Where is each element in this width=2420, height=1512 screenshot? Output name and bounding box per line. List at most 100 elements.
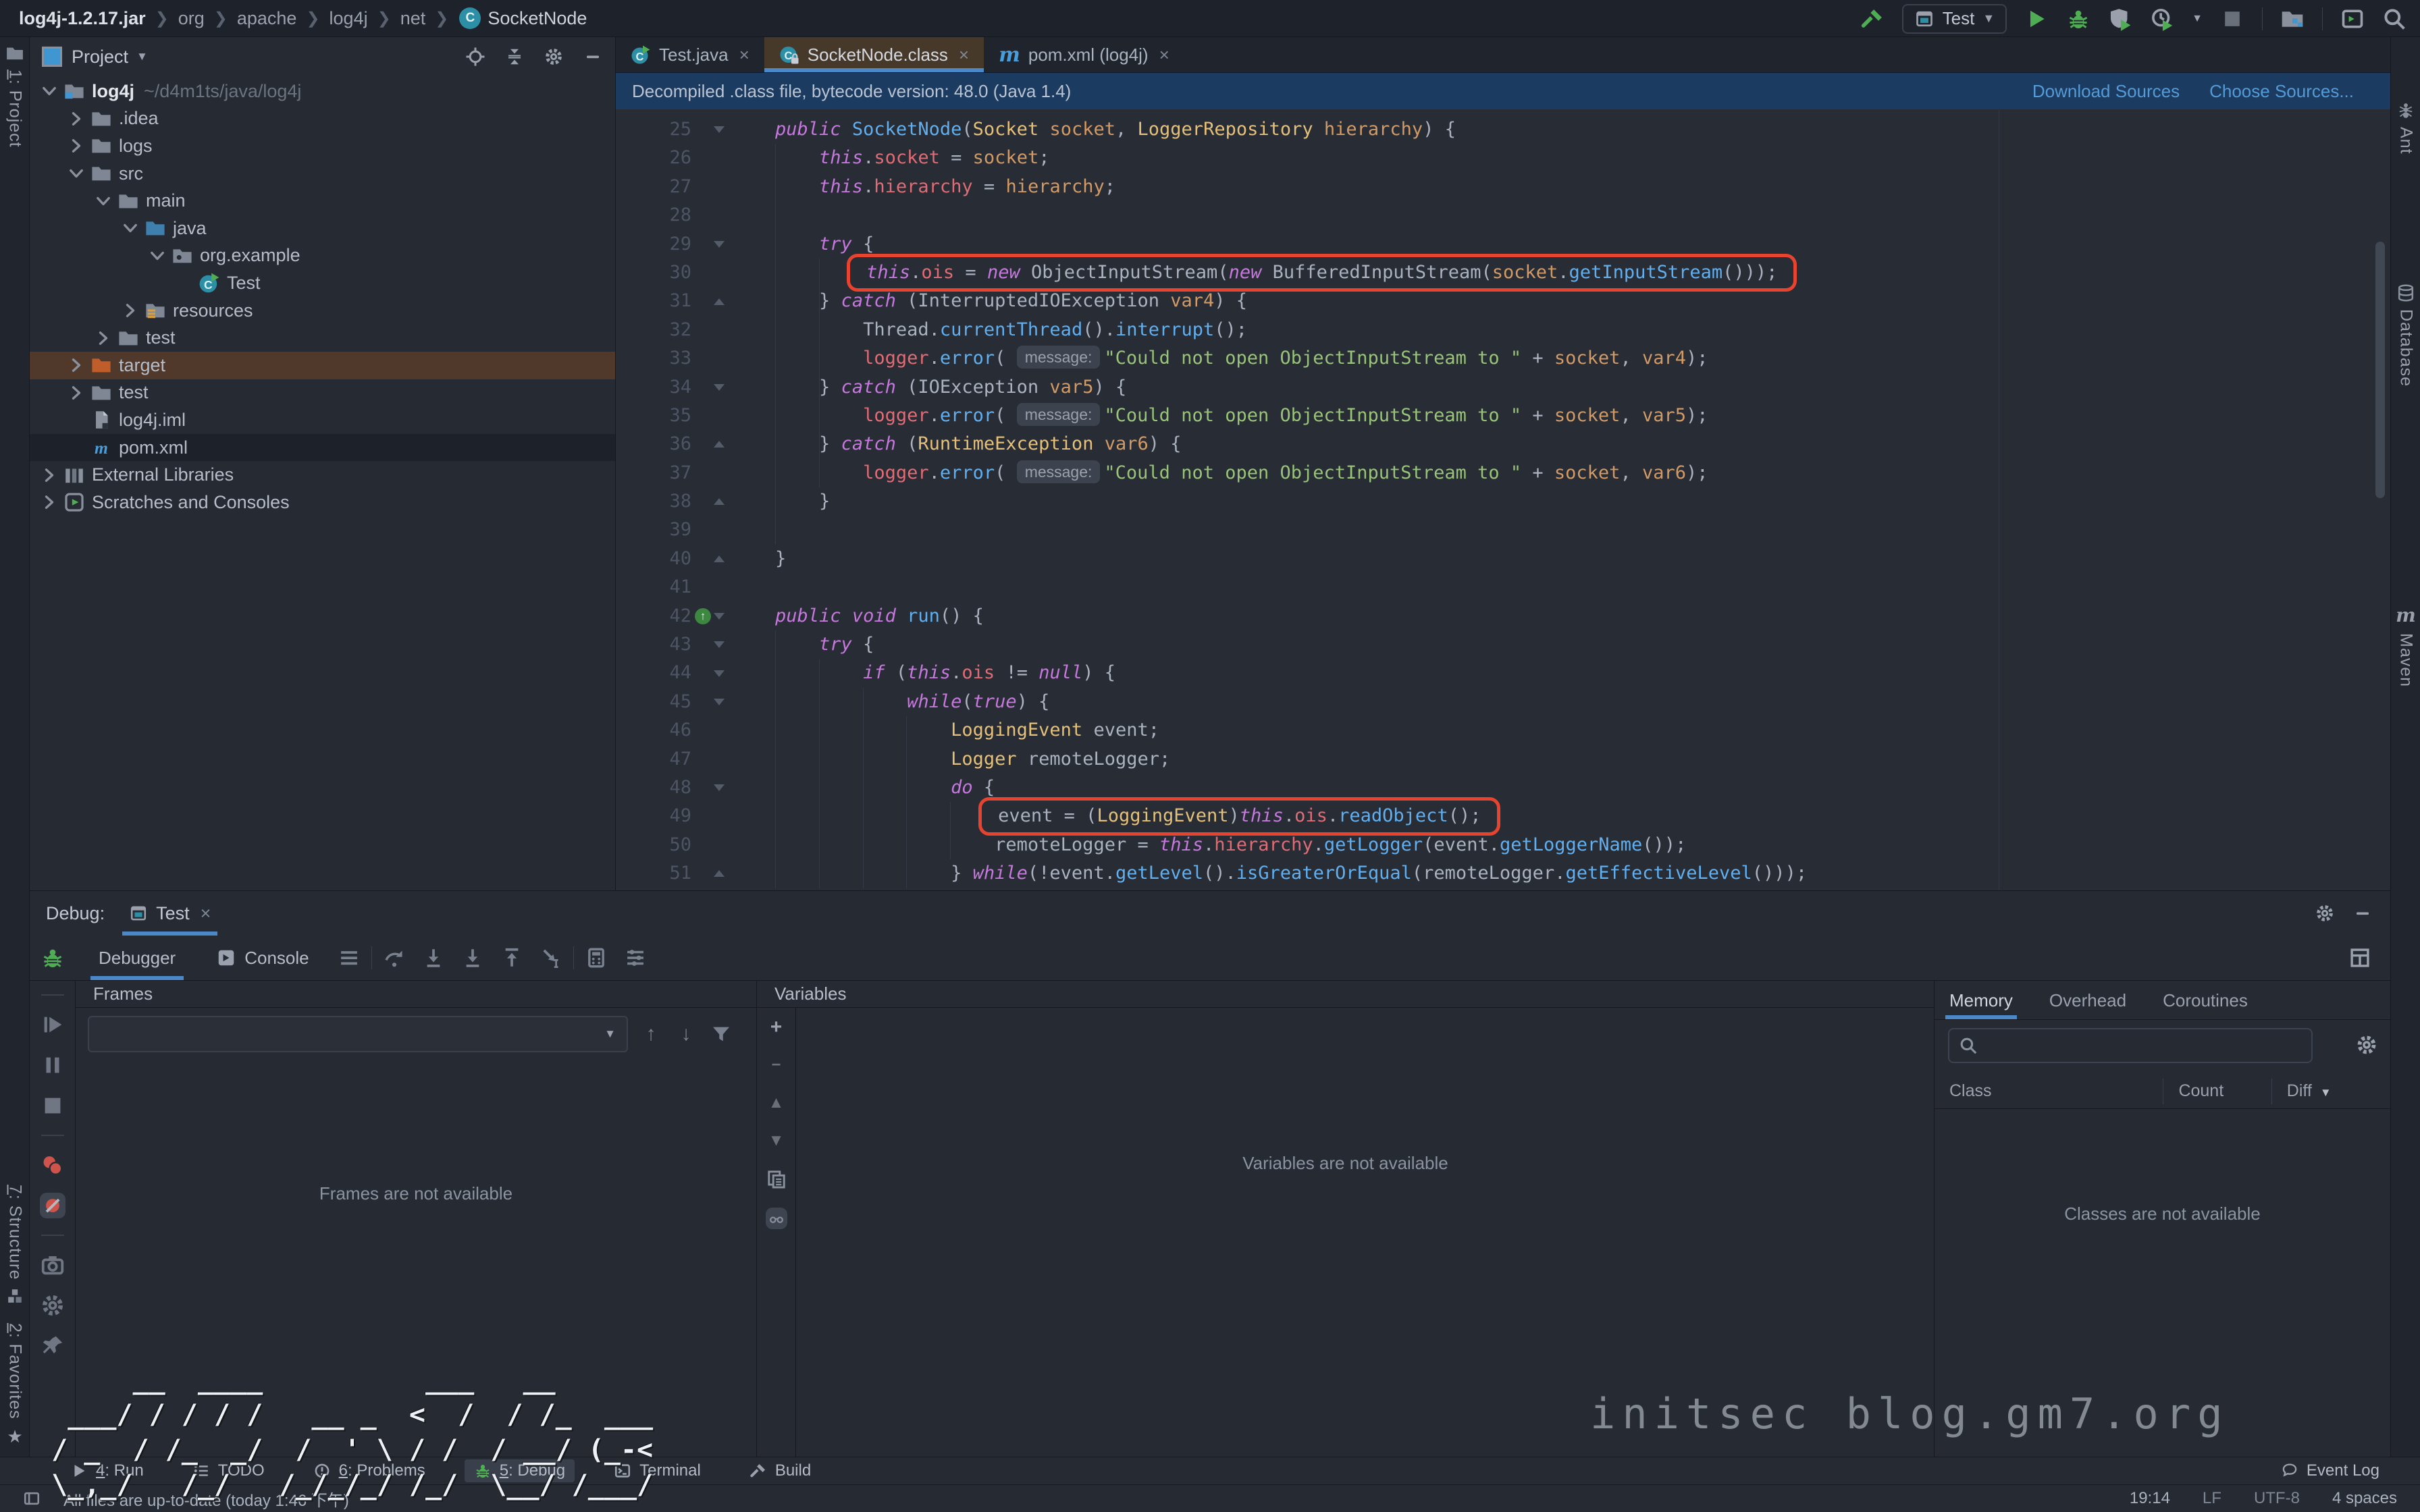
code-editor[interactable]: 25 public SocketNode(Socket socket, Logg… xyxy=(616,110,2390,890)
debug-session-tab[interactable]: Test × xyxy=(122,891,217,936)
tab-console[interactable]: Console xyxy=(199,936,326,980)
run-configuration-select[interactable]: Test ▼ xyxy=(1902,4,2007,34)
tab-overhead[interactable]: Overhead xyxy=(2049,990,2126,1019)
chevron-right-icon[interactable] xyxy=(66,109,86,129)
code-line-47[interactable]: 47 Logger remoteLogger; xyxy=(616,745,2390,774)
close-icon[interactable]: × xyxy=(959,45,969,65)
move-down-icon[interactable]: ▼ xyxy=(768,1131,785,1151)
fold-up-icon[interactable] xyxy=(714,870,725,877)
tab-memory[interactable]: Memory xyxy=(1949,990,2013,1019)
gutter-line-28[interactable]: 28 xyxy=(616,201,691,230)
resume-icon[interactable] xyxy=(40,1012,65,1037)
gutter-line-46[interactable]: 46 xyxy=(616,716,691,745)
tree-item-test[interactable]: CTest xyxy=(30,269,615,297)
chevron-down-icon[interactable] xyxy=(147,246,167,266)
run-anything-icon[interactable] xyxy=(2340,7,2365,31)
column-header-class[interactable]: Class xyxy=(1935,1081,2163,1101)
indent-setting[interactable]: 4 spaces xyxy=(2332,1489,2397,1508)
toolwindow-button-5-debug[interactable]: 5: Debug xyxy=(465,1459,575,1482)
chevron-down-icon[interactable] xyxy=(120,218,140,238)
fold-down-icon[interactable] xyxy=(714,613,725,620)
step-over-icon[interactable] xyxy=(383,946,406,969)
project-view-dropdown-icon[interactable]: ▼ xyxy=(136,50,148,63)
gutter-line-26[interactable]: 26 xyxy=(616,144,691,172)
toolwindow-button-terminal[interactable]: Terminal xyxy=(604,1459,710,1482)
mute-breakpoints-icon[interactable] xyxy=(40,1193,65,1218)
settings-sliders-icon[interactable] xyxy=(624,946,647,969)
tree-item-logs[interactable]: logs xyxy=(30,132,615,160)
gear-icon[interactable] xyxy=(2315,903,2335,923)
code-line-28[interactable]: 28 xyxy=(616,201,2390,230)
gutter-line-44[interactable]: 44 xyxy=(616,659,691,687)
next-frame-icon[interactable]: ↓ xyxy=(675,1023,697,1045)
line-separator[interactable]: LF xyxy=(2203,1489,2221,1508)
gear-icon[interactable] xyxy=(544,47,564,67)
chevron-right-icon[interactable] xyxy=(66,383,86,403)
tree-item-pom-xml[interactable]: mpom.xml xyxy=(30,434,615,462)
debug-button[interactable] xyxy=(2066,7,2090,31)
gutter-line-51[interactable]: 51 xyxy=(616,859,691,888)
run-button[interactable] xyxy=(2024,7,2049,31)
gutter-line-29[interactable]: 29 xyxy=(616,230,691,259)
gutter-line-33[interactable]: 33 xyxy=(616,344,691,373)
fold-down-icon[interactable] xyxy=(714,384,725,391)
profiler-dropdown-icon[interactable]: ▼ xyxy=(2192,13,2203,25)
gutter-line-42[interactable]: 42 xyxy=(616,602,691,630)
gutter-line-27[interactable]: 27 xyxy=(616,173,691,201)
project-panel-title[interactable]: Project xyxy=(72,47,128,68)
evaluate-expression-icon[interactable] xyxy=(585,946,608,969)
thread-selector[interactable]: ▼ xyxy=(88,1016,628,1052)
editor-tab-pom-xml-log4j-[interactable]: mpom.xml (log4j)× xyxy=(984,37,1184,72)
file-encoding[interactable]: UTF-8 xyxy=(2254,1489,2300,1508)
tree-item-scratches-and-consoles[interactable]: Scratches and Consoles xyxy=(30,489,615,516)
tree-item-target[interactable]: target xyxy=(30,352,615,379)
code-line-46[interactable]: 46 LoggingEvent event; xyxy=(616,716,2390,745)
gear-icon[interactable] xyxy=(40,1293,65,1318)
code-line-50[interactable]: 50 remoteLogger = this.hierarchy.getLogg… xyxy=(616,831,2390,859)
code-line-43[interactable]: 43 try { xyxy=(616,630,2390,659)
fold-down-icon[interactable] xyxy=(714,670,725,677)
thread-dump-icon[interactable] xyxy=(40,1252,65,1278)
fold-up-icon[interactable] xyxy=(714,298,725,305)
code-line-27[interactable]: 27 this.hierarchy = hierarchy; xyxy=(616,173,2390,201)
code-line-30[interactable]: 30 this.ois = new ObjectInputStream(new … xyxy=(616,259,2390,287)
tab-debugger[interactable]: Debugger xyxy=(81,936,193,980)
chevron-right-icon[interactable] xyxy=(120,300,140,321)
profiler-button[interactable] xyxy=(2150,7,2174,31)
breadcrumb-net[interactable]: net xyxy=(400,8,426,29)
code-line-41[interactable]: 41 xyxy=(616,573,2390,601)
project-structure-icon[interactable] xyxy=(2280,7,2305,31)
view-breakpoints-icon[interactable] xyxy=(40,1152,65,1178)
code-line-38[interactable]: 38 } xyxy=(616,487,2390,516)
chevron-right-icon[interactable] xyxy=(66,355,86,375)
breadcrumb-jar[interactable]: log4j-1.2.17.jar xyxy=(19,8,146,29)
filter-icon[interactable] xyxy=(710,1023,732,1045)
code-line-44[interactable]: 44 if (this.ois != null) { xyxy=(616,659,2390,687)
code-line-48[interactable]: 48 do { xyxy=(616,774,2390,802)
stop-icon[interactable] xyxy=(40,1093,65,1118)
search-everywhere-icon[interactable] xyxy=(2382,7,2406,31)
sidebar-item-maven[interactable]: m Maven xyxy=(2391,604,2420,687)
gutter-line-40[interactable]: 40 xyxy=(616,545,691,573)
code-line-49[interactable]: 49 event = (LoggingEvent)this.ois.readOb… xyxy=(616,802,2390,830)
toolwindow-button-6-problems[interactable]: 6: Problems xyxy=(304,1459,435,1482)
hide-panel-icon[interactable] xyxy=(583,47,603,67)
gutter-line-43[interactable]: 43 xyxy=(616,630,691,659)
code-line-40[interactable]: 40 } xyxy=(616,545,2390,573)
chevron-right-icon[interactable] xyxy=(39,465,59,485)
close-icon[interactable]: × xyxy=(1159,45,1169,65)
fold-up-icon[interactable] xyxy=(714,556,725,562)
code-line-35[interactable]: 35 logger.error( message:"Could not open… xyxy=(616,402,2390,430)
gutter-line-37[interactable]: 37 xyxy=(616,459,691,487)
step-out-icon[interactable] xyxy=(500,946,523,969)
gutter-line-32[interactable]: 32 xyxy=(616,316,691,344)
breadcrumb-class[interactable]: SocketNode xyxy=(488,8,587,29)
chevron-down-icon[interactable] xyxy=(66,163,86,184)
pin-icon[interactable] xyxy=(40,1333,65,1359)
code-line-32[interactable]: 32 Thread.currentThread().interrupt(); xyxy=(616,316,2390,344)
add-watch-icon[interactable]: + xyxy=(770,1017,783,1037)
show-watches-icon[interactable] xyxy=(766,1208,787,1229)
gutter-line-39[interactable]: 39 xyxy=(616,516,691,544)
editor-tab-socketnode-class[interactable]: CSocketNode.class× xyxy=(764,37,984,72)
fold-down-icon[interactable] xyxy=(714,699,725,705)
